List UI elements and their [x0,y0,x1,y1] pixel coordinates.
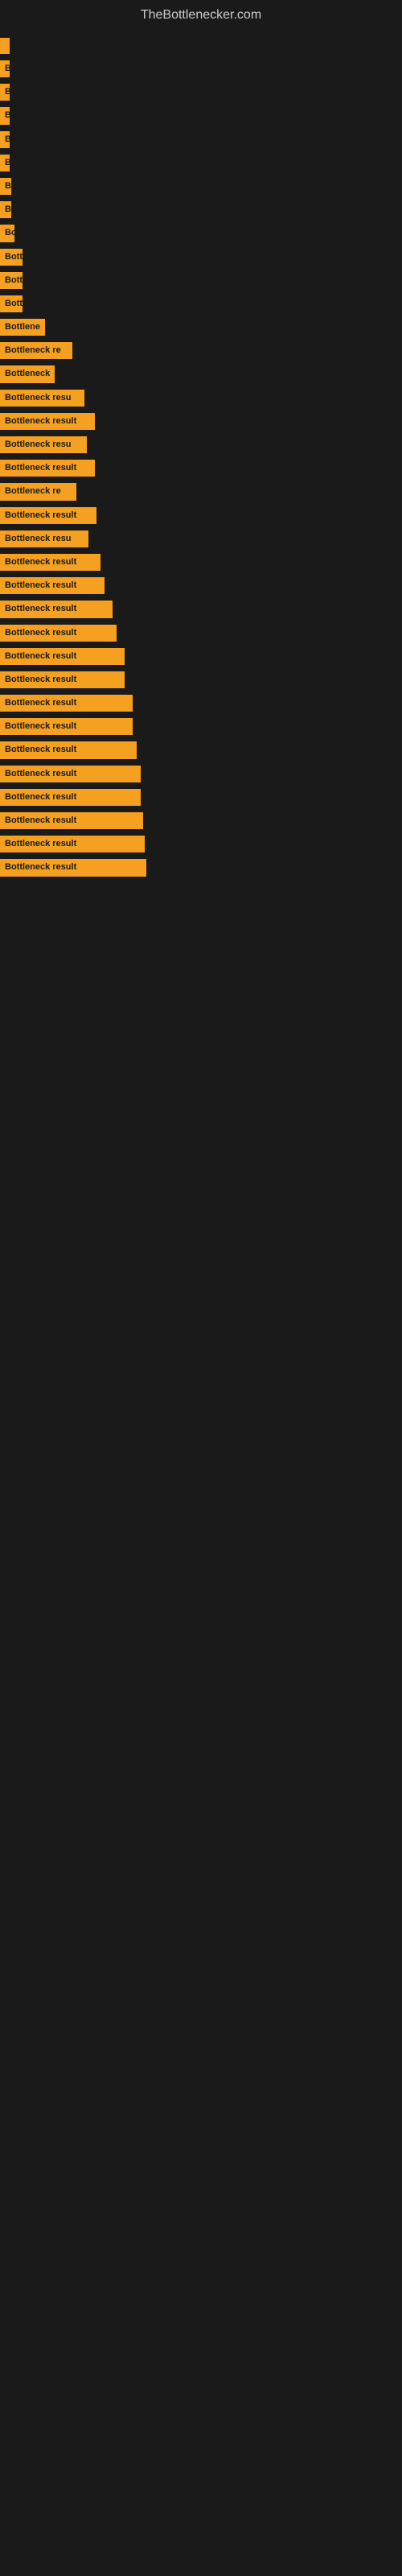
bar-row: B [0,57,402,80]
bar-label: Bottleneck result [0,718,133,735]
bar-label: B [0,84,10,101]
bar-row: Bottleneck result [0,504,402,527]
bar-row: Bottleneck resu [0,433,402,456]
bar-row: Bott [0,292,402,316]
bar-label: Bottleneck result [0,812,143,829]
bar-row: Bottleneck result [0,762,402,786]
bar-label: Bottleneck result [0,859,146,876]
bar-label: Bottleneck result [0,695,133,712]
bar-row: Bott [0,269,402,292]
bar-label: Bottleneck result [0,554,100,571]
bar-label: Bottleneck result [0,601,113,617]
bar-row: Bottleneck result [0,691,402,715]
bar-row: Bottleneck result [0,715,402,738]
bar-row: Bottleneck re [0,339,402,362]
bar-label: Bottleneck resu [0,436,87,453]
bar-label: Bottleneck [0,365,55,382]
bar-label: B [0,155,10,171]
bar-row: Bottleneck result [0,832,402,856]
bar-label: B [0,131,10,148]
bar-row: Bottleneck result [0,551,402,574]
bar-label: B [0,60,10,77]
bar-row: Bottleneck result [0,786,402,809]
bar-label: Bottleneck result [0,671,125,688]
bar-label: Bottlene [0,319,45,336]
bar-row: Bottleneck resu [0,527,402,551]
bar-label: Bottleneck resu [0,530,88,547]
bar-row: B [0,80,402,104]
bar-row [0,35,402,57]
bar-label: Bottleneck result [0,836,145,852]
bar-label: Bottleneck re [0,483,76,500]
bar-row: Bo [0,221,402,245]
bar-row: B [0,198,402,221]
bar-label: Bottleneck result [0,507,96,524]
bar-label: B [0,201,11,218]
bar-label: Bottleneck result [0,413,95,430]
bar-row: Bott [0,246,402,269]
site-title-container: TheBottlenecker.com [0,0,402,27]
bar-row: Bottleneck result [0,856,402,879]
bar-row: Bottleneck result [0,738,402,762]
bar-label: B [0,178,11,195]
bar-row: Bottleneck resu [0,386,402,410]
bar-row: Bottleneck result [0,574,402,597]
bar-row: B [0,128,402,151]
bar-label: Bottleneck re [0,342,72,359]
bar-label: Bott [0,249,23,266]
bar-label: Bottleneck resu [0,390,84,407]
bar-row: Bottleneck result [0,809,402,832]
bar-label: Bo [0,225,14,242]
bar-row: B [0,175,402,198]
bar-label [0,38,10,54]
bar-label: Bottleneck result [0,577,105,594]
bars-container: BBBBBBBBoBottBottBottBottleneBottleneck … [0,27,402,888]
bar-label: B [0,107,10,124]
bar-label: Bottleneck result [0,789,141,806]
bar-label: Bottleneck result [0,460,95,477]
bar-label: Bottleneck result [0,741,137,758]
bar-label: Bottleneck result [0,766,141,782]
bar-row: B [0,104,402,127]
bar-label: Bott [0,295,23,312]
bar-row: Bottlene [0,316,402,339]
bar-row: Bottleneck result [0,645,402,668]
bar-row: Bottleneck [0,362,402,386]
bar-row: Bottleneck result [0,621,402,645]
site-title: TheBottlenecker.com [0,0,402,27]
bar-row: Bottleneck result [0,456,402,480]
bar-row: Bottleneck result [0,597,402,621]
bar-row: Bottleneck re [0,480,402,503]
bar-row: B [0,151,402,175]
bar-row: Bottleneck result [0,668,402,691]
bar-label: Bott [0,272,23,289]
bar-label: Bottleneck result [0,648,125,665]
bar-label: Bottleneck result [0,625,117,642]
bar-row: Bottleneck result [0,410,402,433]
